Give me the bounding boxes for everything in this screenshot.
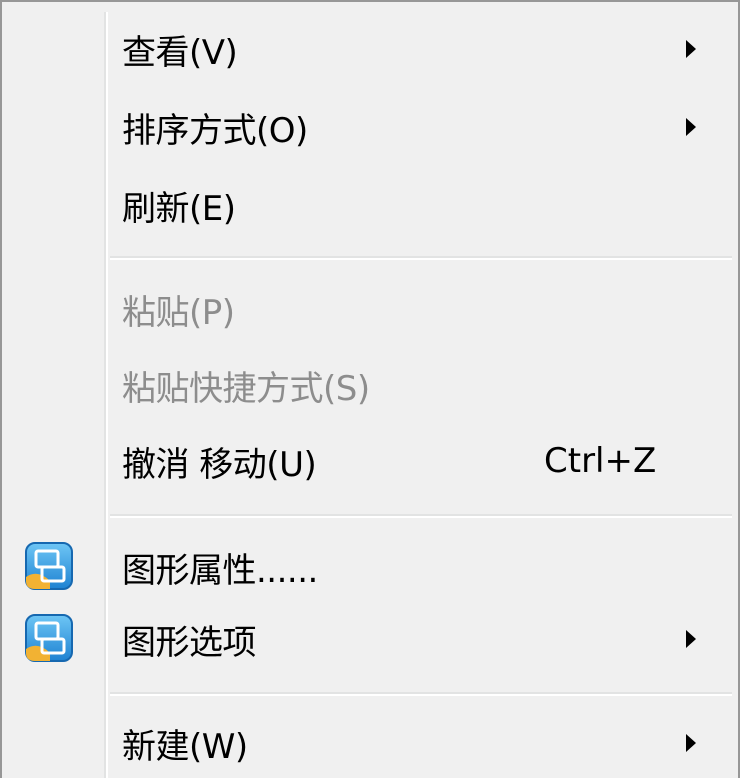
menu-item-label: 查看(V) <box>122 32 238 73</box>
shortcut-text: Ctrl+Z <box>544 441 657 481</box>
submenu-arrow-icon <box>686 630 696 648</box>
menu-item-paste: 粘贴(P) <box>2 270 738 348</box>
menu-item-label: 刷新(E) <box>122 188 236 229</box>
submenu-arrow-icon <box>686 118 696 136</box>
submenu-arrow-icon <box>686 734 696 752</box>
submenu-arrow-icon <box>686 40 696 58</box>
menu-separator <box>110 256 732 260</box>
menu-item-label: 排序方式(O) <box>122 110 308 151</box>
menu-item-refresh[interactable]: 刷新(E) <box>2 166 738 244</box>
menu-item-sort-by[interactable]: 排序方式(O) <box>2 88 738 166</box>
graphics-icon <box>25 614 73 662</box>
menu-item-view[interactable]: 查看(V) <box>2 10 738 88</box>
menu-item-label: 粘贴快捷方式(S) <box>122 368 370 409</box>
menu-item-label: 撤消 移动(U) <box>122 444 317 485</box>
menu-item-new[interactable]: 新建(W) <box>2 704 738 778</box>
menu-separator <box>110 514 732 518</box>
menu-item-label: 图形选项 <box>122 622 257 663</box>
desktop-context-menu: 查看(V) 排序方式(O) 刷新(E) 粘贴(P) 粘贴快捷方式(S) 撤消 移… <box>0 0 740 778</box>
menu-item-graphics-properties[interactable]: 图形属性...... <box>2 528 738 606</box>
menu-item-label: 新建(W) <box>122 726 248 767</box>
graphics-icon <box>25 542 73 590</box>
menu-item-label: 粘贴(P) <box>122 292 235 333</box>
menu-item-undo-move[interactable]: 撤消 移动(U) Ctrl+Z <box>2 422 738 500</box>
menu-item-paste-shortcut: 粘贴快捷方式(S) <box>2 346 738 424</box>
menu-item-label: 图形属性...... <box>122 550 318 591</box>
menu-item-graphics-options[interactable]: 图形选项 <box>2 600 738 678</box>
menu-separator <box>110 692 732 696</box>
